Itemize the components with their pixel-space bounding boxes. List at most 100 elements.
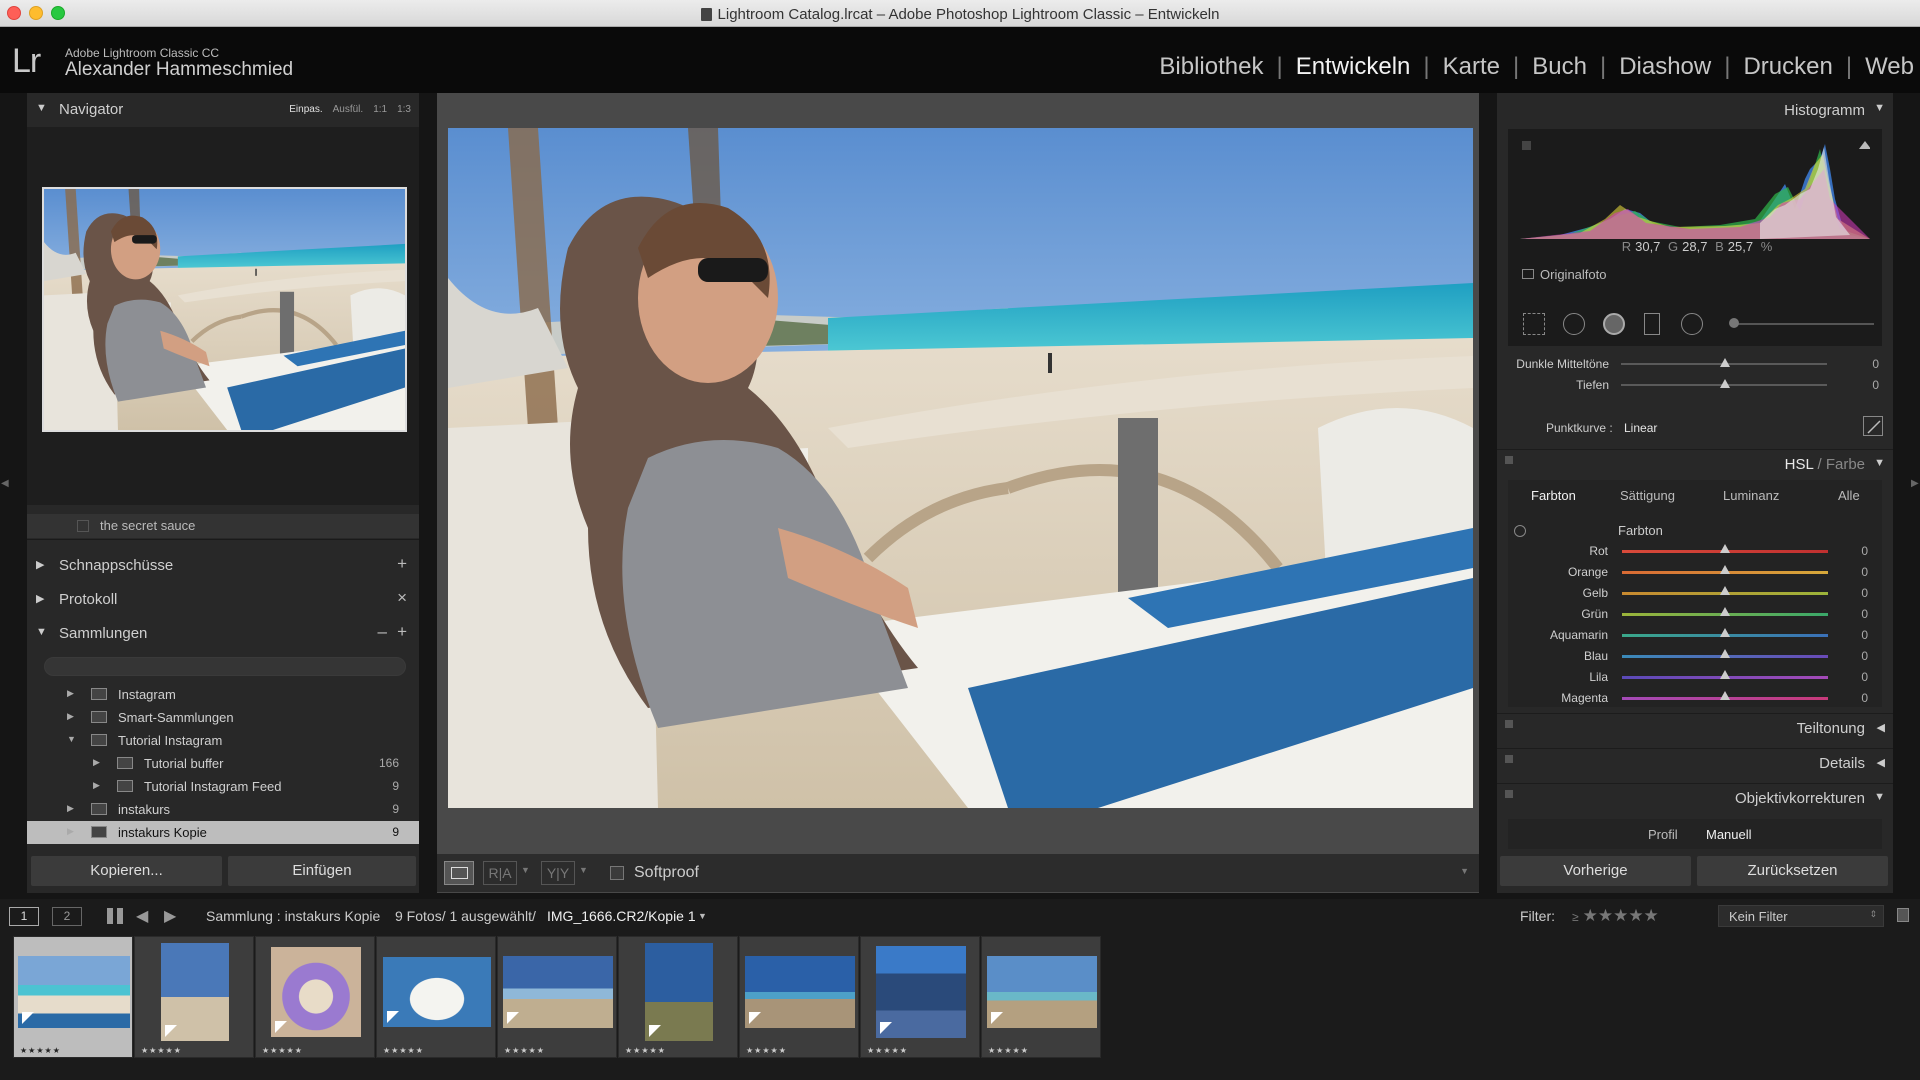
triangle-right-icon[interactable]: ▶ [67, 711, 74, 722]
left-panel-toggle-icon[interactable]: ◀ [1, 478, 9, 489]
tab-profile[interactable]: Profil [1648, 827, 1678, 842]
module-drucken[interactable]: Drucken [1743, 53, 1832, 80]
slider-thumb[interactable] [1720, 586, 1730, 595]
brush-slider-knob[interactable] [1729, 318, 1739, 328]
slider-value[interactable]: 0 [1861, 691, 1868, 705]
slider-value[interactable]: 0 [1861, 565, 1868, 579]
filter-lock-icon[interactable] [1897, 908, 1909, 922]
details-header[interactable]: Details ◀ [1497, 748, 1893, 778]
panel-switch-icon[interactable] [1505, 456, 1513, 464]
tab-luminanz[interactable]: Luminanz [1723, 488, 1779, 503]
tab-farbton[interactable]: Farbton [1531, 488, 1576, 503]
collection-row[interactable]: ▶ instakurs 9 [27, 798, 419, 821]
histogram-header[interactable]: Histogramm ▼ [1497, 93, 1893, 127]
slider-value[interactable]: 0 [1861, 649, 1868, 663]
back-arrow-icon[interactable]: ◀ [136, 906, 148, 926]
collection-row[interactable]: ▶ Tutorial Instagram Feed 9 [27, 775, 419, 798]
filter-preset-select[interactable]: Kein Filter ⇕ [1718, 905, 1884, 927]
softproof-checkbox[interactable] [610, 866, 624, 880]
red-eye-tool-icon[interactable] [1603, 313, 1625, 335]
module-bibliothek[interactable]: Bibliothek [1159, 53, 1263, 80]
shadow-clipping-indicator[interactable] [1522, 141, 1531, 150]
triangle-down-icon[interactable]: ▼ [67, 734, 76, 744]
filmstrip-thumbnail-beach-horizon[interactable]: ★★★★★ [739, 936, 859, 1058]
slider-value[interactable]: 0 [1861, 670, 1868, 684]
slider-thumb[interactable] [1720, 358, 1730, 367]
histogram-graph[interactable] [1520, 139, 1870, 239]
filmstrip-thumbnail-woman-beach-table[interactable]: ★★★★★ [13, 936, 133, 1058]
spot-removal-tool-icon[interactable] [1563, 313, 1585, 335]
reset-button[interactable]: Zurücksetzen [1697, 856, 1888, 886]
primary-window-button[interactable]: 1 [9, 907, 39, 926]
module-entwickeln[interactable]: Entwickeln [1296, 53, 1411, 80]
module-buch[interactable]: Buch [1532, 53, 1587, 80]
slider-thumb[interactable] [1720, 691, 1730, 700]
snapshots-header[interactable]: ▶ Schnappschüsse + [27, 549, 419, 581]
filmstrip-thumbnail-signpost[interactable]: ★★★★★ [860, 936, 980, 1058]
star-rating[interactable]: ★★★★★ [383, 1046, 424, 1055]
brush-slider[interactable] [1734, 323, 1874, 325]
triangle-right-icon[interactable]: ▶ [93, 780, 100, 791]
chevron-down-icon[interactable]: ▼ [698, 911, 707, 921]
right-panel-toggle-icon[interactable]: ▶ [1911, 478, 1919, 489]
collection-row[interactable]: ▶ instakurs Kopie 9 [27, 821, 419, 844]
previous-settings-button[interactable]: Vorherige [1500, 856, 1691, 886]
filmstrip-thumbnail-shells-hands[interactable]: ★★★★★ [255, 936, 375, 1058]
paste-settings-button[interactable]: Einfügen [228, 856, 416, 886]
star-rating[interactable]: ★★★★★ [20, 1046, 61, 1055]
triangle-right-icon[interactable]: ▶ [67, 688, 74, 699]
star-rating[interactable]: ★★★★★ [262, 1046, 303, 1055]
swap-before-after-button[interactable]: Y|Y [541, 861, 575, 885]
slider-thumb[interactable] [1720, 379, 1730, 388]
radial-filter-tool-icon[interactable] [1681, 313, 1703, 335]
slider-value[interactable]: 0 [1861, 586, 1868, 600]
lens-corrections-header[interactable]: Objektivkorrekturen ▼ [1497, 783, 1893, 813]
forward-arrow-icon[interactable]: ▶ [164, 906, 176, 926]
navigator-header[interactable]: ▼ Navigator Einpas. Ausfül. 1:1 1:3 [27, 93, 419, 127]
filmstrip-thumbnail-beach-people[interactable]: ★★★★★ [981, 936, 1101, 1058]
toolbar-menu-icon[interactable]: ▼ [1460, 866, 1469, 876]
filmstrip-thumbnail-man-walking-beach[interactable]: ★★★★★ [134, 936, 254, 1058]
slider-value[interactable]: 0 [1872, 357, 1879, 371]
add-snapshot-button[interactable]: + [397, 554, 407, 574]
collection-row[interactable]: ▶ Instagram [27, 683, 419, 706]
add-collection-button[interactable]: + [397, 622, 407, 642]
remove-collection-button[interactable]: – [378, 622, 387, 642]
chevron-down-icon[interactable]: ▼ [521, 865, 530, 875]
navigator-zoom-option[interactable]: Ausfül. [333, 104, 364, 115]
filmstrip-filename[interactable]: IMG_1666.CR2/Kopie 1 [547, 908, 696, 924]
clear-history-button[interactable]: × [397, 588, 407, 608]
collections-header[interactable]: ▼ Sammlungen – + [27, 617, 419, 649]
star-rating[interactable]: ★★★★★ [141, 1046, 182, 1055]
panel-switch-icon[interactable] [1505, 790, 1513, 798]
collection-filter-input[interactable] [44, 657, 406, 676]
module-web[interactable]: Web [1865, 53, 1914, 80]
filmstrip-source[interactable]: Sammlung : instakurs Kopie [206, 908, 380, 924]
collection-row[interactable]: ▶ Smart-Sammlungen [27, 706, 419, 729]
edit-point-curve-icon[interactable] [1863, 416, 1883, 436]
star-rating[interactable]: ★★★★★ [746, 1046, 787, 1055]
panel-switch-icon[interactable] [1505, 755, 1513, 763]
panel-switch-icon[interactable] [1505, 720, 1513, 728]
slider-thumb[interactable] [1720, 670, 1730, 679]
slider-thumb[interactable] [1720, 628, 1730, 637]
navigator-zoom-option[interactable]: 1:1 [373, 104, 387, 115]
slider-thumb[interactable] [1720, 607, 1730, 616]
filmstrip-thumbnail-lighthouse[interactable]: ★★★★★ [618, 936, 738, 1058]
module-diashow[interactable]: Diashow [1619, 53, 1711, 80]
slider-thumb[interactable] [1720, 649, 1730, 658]
slider-value[interactable]: 0 [1872, 378, 1879, 392]
module-karte[interactable]: Karte [1443, 53, 1500, 80]
loupe-view-button[interactable] [444, 861, 474, 885]
slider-thumb[interactable] [1720, 544, 1730, 553]
slider-value[interactable]: 0 [1861, 607, 1868, 621]
collection-row[interactable]: ▼ Tutorial Instagram [27, 729, 419, 752]
star-rating[interactable]: ★★★★★ [504, 1046, 545, 1055]
main-photo-preview[interactable] [448, 128, 1473, 808]
triangle-right-icon[interactable]: ▶ [93, 757, 100, 768]
star-rating[interactable]: ★★★★★ [867, 1046, 908, 1055]
graduated-filter-tool-icon[interactable] [1644, 313, 1660, 335]
chevron-down-icon[interactable]: ▼ [579, 865, 588, 875]
original-photo-toggle[interactable]: Originalfoto [1522, 267, 1606, 282]
star-rating[interactable]: ★★★★★ [988, 1046, 1029, 1055]
